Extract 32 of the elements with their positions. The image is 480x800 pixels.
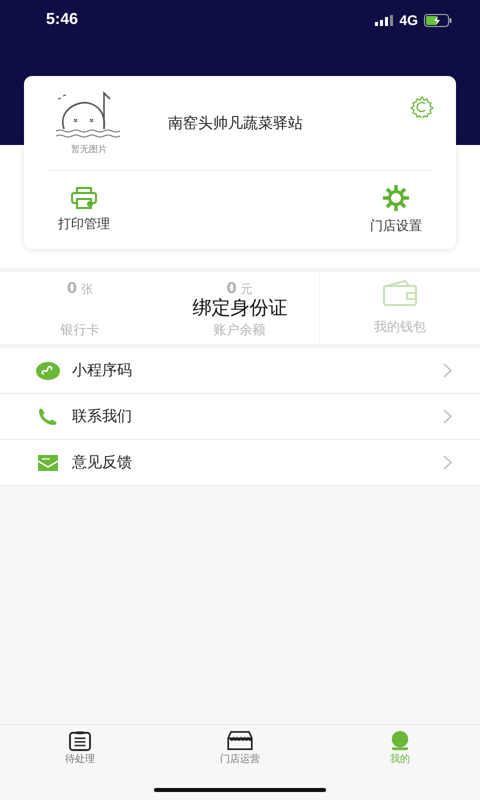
menu-label: 联系我们	[72, 407, 133, 426]
clipboard-icon	[67, 731, 93, 751]
tab-button[interactable]: 待处理	[0, 725, 160, 767]
gear-icon	[381, 185, 411, 211]
settings-icon[interactable]	[410, 96, 434, 118]
chevron-icon	[443, 455, 452, 470]
store-icon	[226, 731, 254, 751]
chevron-icon	[443, 363, 452, 378]
menu-row[interactable]: 联系我们	[0, 394, 480, 440]
menu-row[interactable]: 小程序码	[0, 348, 480, 394]
store-action-button[interactable]: 打印管理	[46, 187, 122, 233]
menu-label: 小程序码	[72, 361, 133, 380]
phone-icon	[37, 408, 59, 426]
store-name: 南窑头帅凡蔬菜驿站	[168, 114, 303, 132]
battery-icon	[424, 14, 452, 26]
stat-label: 银行卡	[60, 323, 100, 338]
wallet-icon[interactable]	[383, 280, 418, 306]
link-icon	[36, 362, 60, 380]
overlay-title: 绑定身份证	[192, 297, 288, 319]
stat-value: 0 元	[226, 280, 253, 297]
store-action-button[interactable]: 门店设置	[358, 185, 434, 235]
status-time: 5:46	[46, 11, 78, 29]
network-label: 4G	[399, 12, 418, 28]
stat-value: 0 张	[66, 280, 93, 297]
chevron-icon	[443, 409, 452, 424]
envelope-icon	[38, 454, 58, 470]
tab-button[interactable]: 门店运营	[160, 725, 320, 767]
menu-label: 意见反馈	[72, 453, 133, 472]
no-image-caption: 暂无图片	[71, 144, 107, 156]
printer-icon	[71, 187, 97, 209]
signal-icon	[375, 14, 394, 26]
stat-label: 账户余额	[214, 323, 266, 338]
